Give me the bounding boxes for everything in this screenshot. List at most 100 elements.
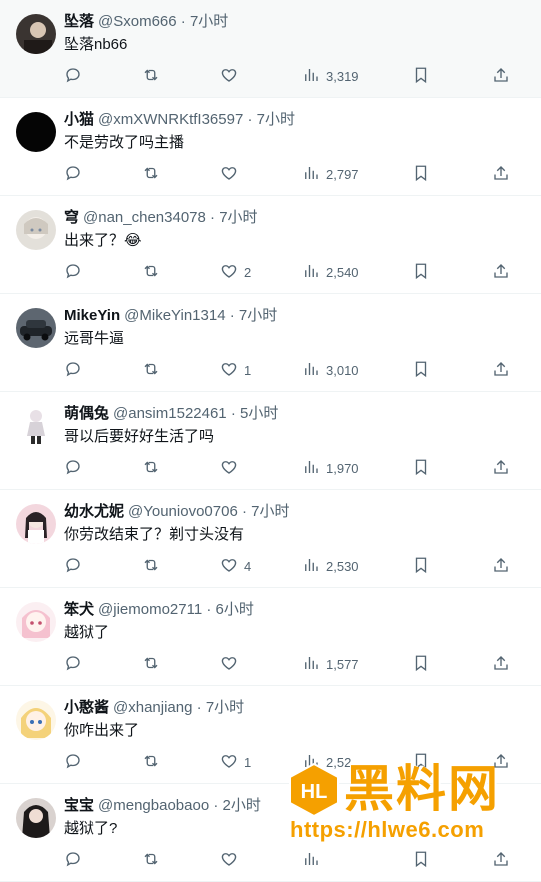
more-options-icon[interactable]: ⋮ [537,308,541,322]
more-options-icon[interactable]: ⋮ [537,504,541,518]
tweet-reply[interactable]: 坠落@Sxom666 · 7小时 ⋮ 坠落nb66 3,319 [0,0,541,98]
avatar[interactable] [16,210,56,250]
display-name[interactable]: 宝宝 [64,797,94,814]
user-handle[interactable]: @nan_chen34078 [83,209,206,226]
like-button[interactable] [220,654,244,674]
like-button[interactable] [220,458,244,478]
more-options-icon[interactable]: ⋮ [537,14,541,28]
views-button[interactable]: 1,970 [302,458,359,478]
views-button[interactable]: 3,319 [302,66,359,86]
tweet-reply[interactable]: 萌偶兔@ansim1522461 · 5小时 ⋮ 哥以后要好好生活了吗 1,970 [0,392,541,490]
bookmark-button[interactable] [412,360,430,380]
user-handle[interactable]: @jiemomo2711 [98,601,202,618]
display-name[interactable]: 笨犬 [64,601,94,618]
like-button[interactable]: 4 [220,556,251,576]
user-handle[interactable]: @Sxom666 [98,13,177,30]
bookmark-button[interactable] [412,458,430,478]
share-button[interactable] [492,458,510,478]
views-button[interactable] [302,850,326,870]
views-button[interactable]: 2,52 [302,752,351,772]
avatar[interactable] [16,406,56,446]
timestamp[interactable]: 7小时 [257,111,295,128]
avatar[interactable] [16,308,56,348]
share-button[interactable] [492,850,510,870]
bookmark-button[interactable] [412,850,430,870]
user-handle[interactable]: @xmXWNRKtfI36597 [98,111,243,128]
reply-button[interactable] [64,556,82,576]
reply-button[interactable] [64,850,82,870]
retweet-button[interactable] [142,654,160,674]
tweet-reply[interactable]: 小憨酱@xhanjiang · 7小时⋮你咋出来了12,52 [0,686,541,784]
display-name[interactable]: 小憨酱 [64,699,109,716]
more-options-icon[interactable]: ⋮ [537,406,541,420]
like-button[interactable] [220,164,244,184]
display-name[interactable]: 穹 [64,209,79,226]
tweet-reply[interactable]: 幼水尤妮@Youniovo0706 · 7小时 ⋮ 你劳改结束了？剃寸头没有 4 2,5… [0,490,541,588]
more-options-icon[interactable]: ⋮ [537,798,541,812]
like-button[interactable] [220,850,244,870]
timestamp[interactable]: 6小时 [216,601,254,618]
timestamp[interactable]: 7小时 [239,307,277,324]
retweet-button[interactable] [142,360,160,380]
avatar[interactable] [16,14,56,54]
bookmark-button[interactable] [412,752,430,772]
retweet-button[interactable] [142,164,160,184]
user-handle[interactable]: @ansim1522461 [113,405,227,422]
display-name[interactable]: 幼水尤妮 [64,503,124,520]
reply-button[interactable] [64,458,82,478]
timestamp[interactable]: 7小时 [206,699,244,716]
user-handle[interactable]: @xhanjiang [113,699,192,716]
views-button[interactable]: 2,530 [302,556,359,576]
avatar[interactable] [16,602,56,642]
bookmark-button[interactable] [412,654,430,674]
reply-button[interactable] [64,262,82,282]
retweet-button[interactable] [142,262,160,282]
reply-button[interactable] [64,66,82,86]
views-button[interactable]: 2,797 [302,164,359,184]
timestamp[interactable]: 7小时 [251,503,289,520]
tweet-reply[interactable]: 穹@nan_chen34078 · 7小时 ⋮ 出来了？😂 2 2,540 [0,196,541,294]
user-handle[interactable]: @Youniovo0706 [128,503,238,520]
views-button[interactable]: 2,540 [302,262,359,282]
share-button[interactable] [492,66,510,86]
display-name[interactable]: 坠落 [64,13,94,30]
retweet-button[interactable] [142,850,160,870]
user-handle[interactable]: @mengbaobaoo [98,797,209,814]
retweet-button[interactable] [142,66,160,86]
timestamp[interactable]: 7小时 [219,209,257,226]
bookmark-button[interactable] [412,66,430,86]
retweet-button[interactable] [142,458,160,478]
reply-button[interactable] [64,752,82,772]
share-button[interactable] [492,556,510,576]
share-button[interactable] [492,262,510,282]
timestamp[interactable]: 7小时 [190,13,228,30]
views-button[interactable]: 3,010 [302,360,359,380]
tweet-reply[interactable]: 小猫@xmXWNRKtfI36597 · 7小时 ⋮ 不是劳改了吗主播 2,797 [0,98,541,196]
more-options-icon[interactable]: ⋮ [537,700,541,714]
views-button[interactable]: 1,577 [302,654,359,674]
display-name[interactable]: MikeYin [64,307,120,324]
share-button[interactable] [492,164,510,184]
avatar[interactable] [16,700,56,740]
share-button[interactable] [492,360,510,380]
bookmark-button[interactable] [412,262,430,282]
like-button[interactable]: 2 [220,262,251,282]
more-options-icon[interactable]: ⋮ [537,112,541,126]
more-options-icon[interactable]: ⋮ [537,210,541,224]
display-name[interactable]: 萌偶兔 [64,405,109,422]
avatar[interactable] [16,504,56,544]
retweet-button[interactable] [142,556,160,576]
tweet-reply[interactable]: 笨犬@jiemomo2711 · 6小时 ⋮ 越狱了 1,577 [0,588,541,686]
reply-button[interactable] [64,654,82,674]
reply-button[interactable] [64,164,82,184]
timestamp[interactable]: 2小时 [223,797,261,814]
timestamp[interactable]: 5小时 [240,405,278,422]
more-options-icon[interactable]: ⋮ [537,602,541,616]
avatar[interactable] [16,112,56,152]
tweet-reply[interactable]: MikeYin@MikeYin1314 · 7小时 ⋮ 远哥牛逼 1 3,010 [0,294,541,392]
share-button[interactable] [492,752,510,772]
user-handle[interactable]: @MikeYin1314 [124,307,225,324]
like-button[interactable]: 1 [220,752,251,772]
bookmark-button[interactable] [412,164,430,184]
like-button[interactable]: 1 [220,360,251,380]
